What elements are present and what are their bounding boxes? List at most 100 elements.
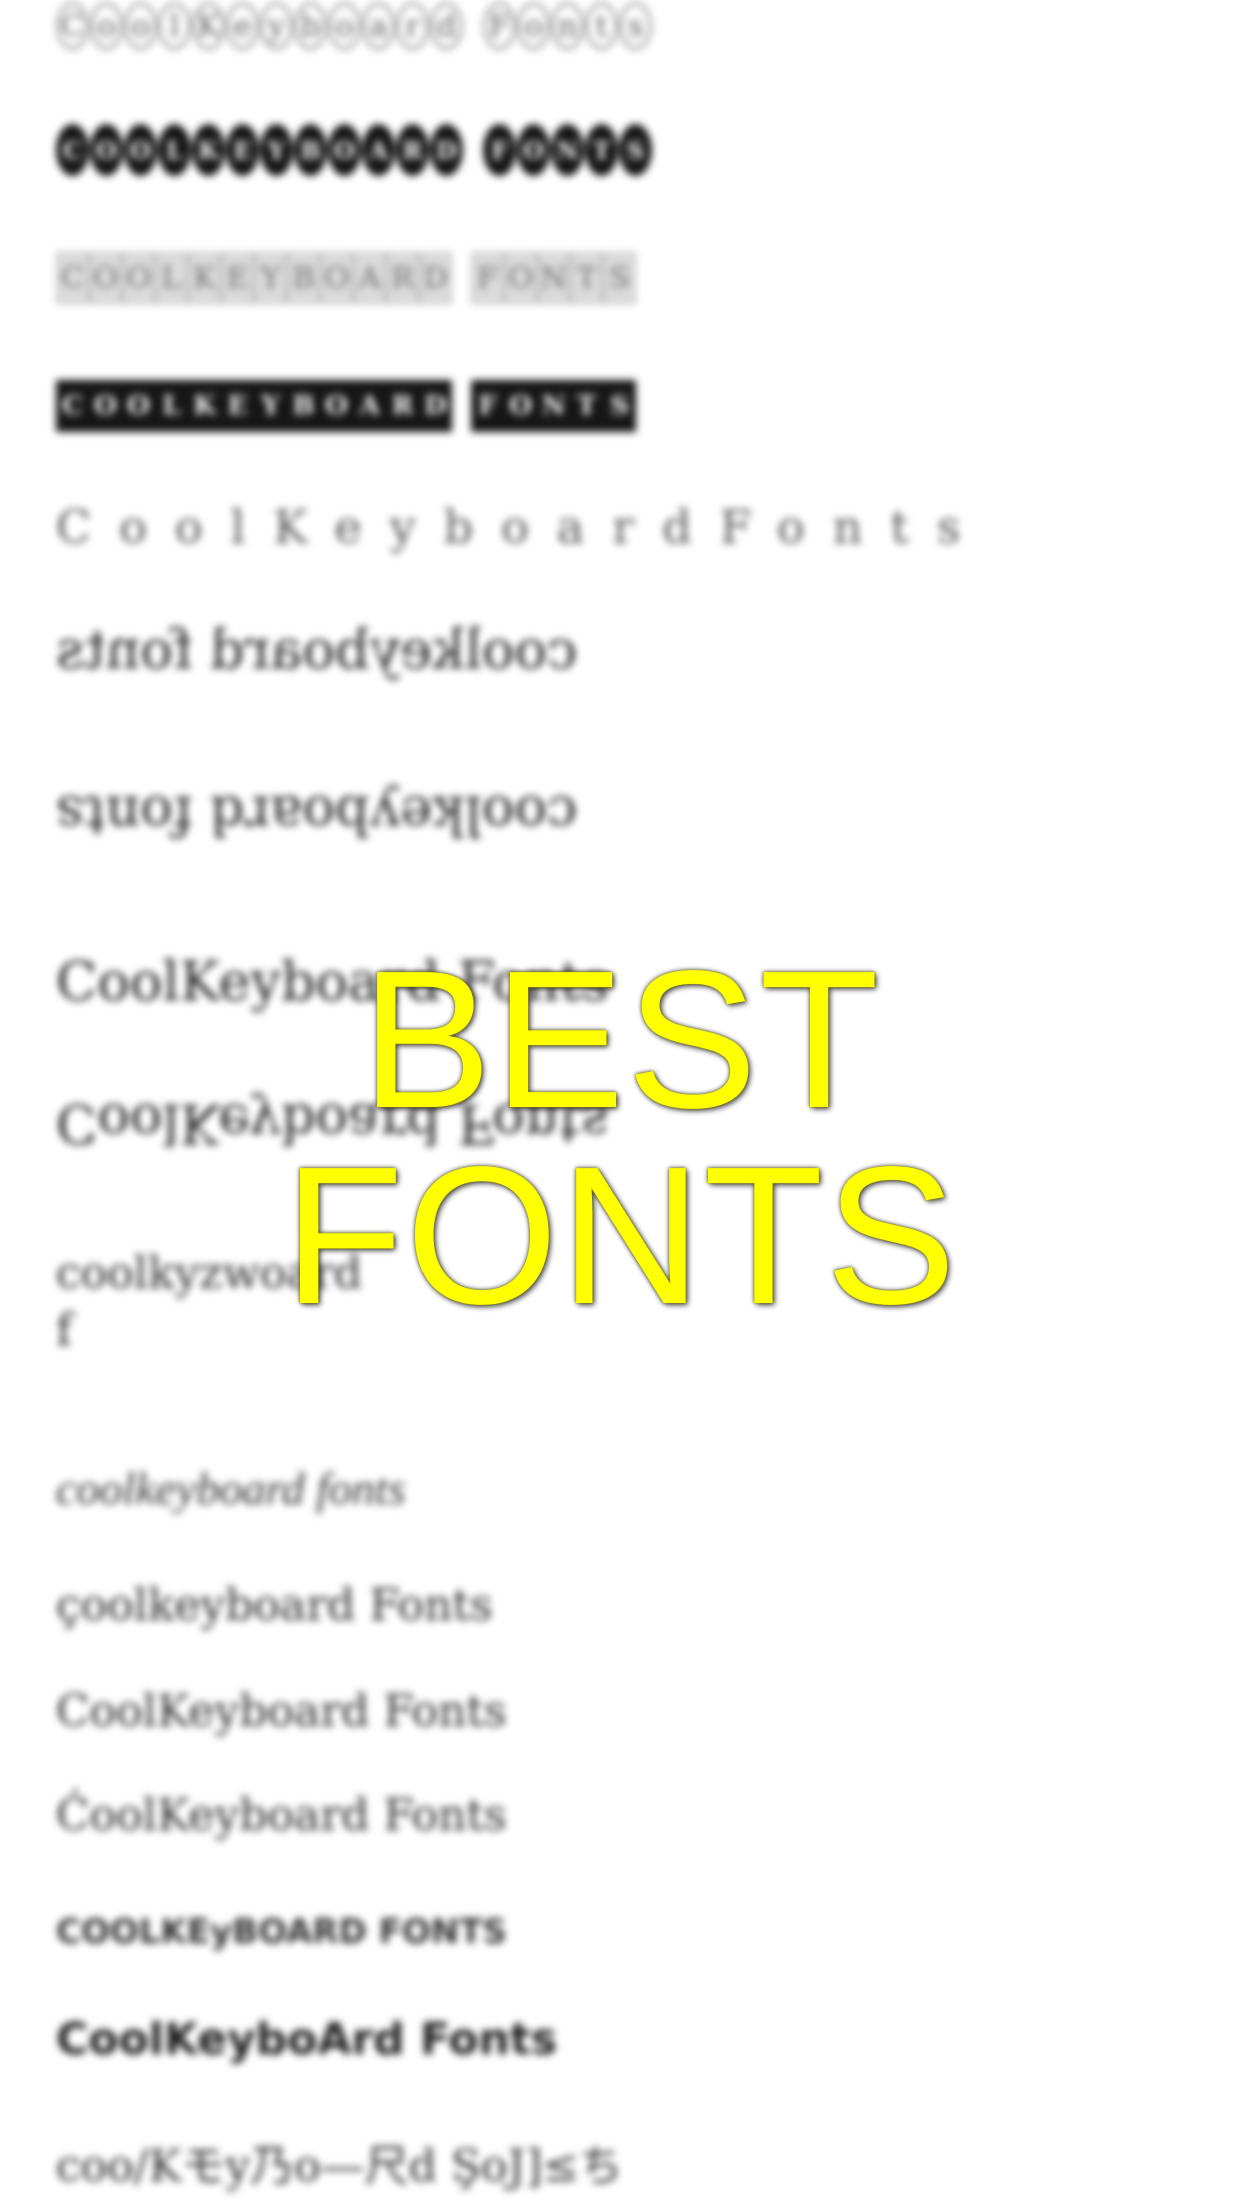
mirrored-text: coolkeyboard fonts	[56, 618, 578, 681]
boxed-letter: F	[483, 2, 517, 50]
boxed-letter: R	[386, 252, 419, 304]
boxed-letter: S	[603, 252, 637, 304]
font-sample-upside-down[interactable]: coolkeyboard fonts	[56, 784, 577, 847]
best-fonts-title: BEST FONTS	[283, 930, 959, 1345]
boxed-letter: o	[124, 2, 157, 50]
boxed-letter: b	[294, 2, 327, 50]
boxed-letter: t	[585, 2, 619, 50]
font-sample-symbol-mix[interactable]: çoolkeyboard Fonts	[56, 1580, 493, 1631]
boxed-letter: K	[188, 252, 221, 304]
boxed-letter: e	[226, 2, 259, 50]
boxed-letter: K	[192, 2, 225, 50]
boxed-letter: O	[122, 380, 155, 432]
boxed-letter: Y	[260, 124, 293, 176]
boxed-letter: K	[192, 124, 225, 176]
boxed-letter: R	[386, 380, 419, 432]
boxed-letter: L	[155, 380, 188, 432]
negative-squared-word-2: FONTS	[471, 380, 637, 432]
boxed-letter: O	[504, 380, 538, 432]
boxed-letter: A	[353, 380, 386, 432]
boxed-letter: S	[619, 124, 653, 176]
circled-word-1: CoolKeyboard	[56, 2, 464, 50]
boxed-letter: N	[537, 252, 571, 304]
boxed-letter: O	[320, 252, 353, 304]
boxed-letter: D	[430, 124, 463, 176]
symbol-mix-text: çoolkeyboard Fonts	[56, 1580, 493, 1631]
negative-squared-word-1: COOLKEYBOARD	[56, 380, 452, 432]
boxed-letter: O	[89, 380, 122, 432]
boxed-letter: T	[570, 252, 604, 304]
boxed-letter: T	[585, 124, 619, 176]
font-sample-negative-squared[interactable]: COOLKEYBOARD FONTS	[56, 380, 650, 432]
accented-2-text: ĆoolKeyboard Fonts	[56, 1790, 507, 1841]
boxed-letter: A	[362, 124, 395, 176]
boxed-letter: E	[226, 124, 259, 176]
boxed-letter: E	[221, 252, 254, 304]
boxed-letter: O	[504, 252, 538, 304]
font-sample-circled[interactable]: CoolKeyboard Fonts	[56, 2, 667, 50]
boxed-letter: C	[56, 252, 89, 304]
boxed-letter: N	[551, 124, 585, 176]
boxed-letter: o	[517, 2, 551, 50]
boxed-letter: B	[294, 124, 327, 176]
small-caps-text: COOLKEyBOARD FONTS	[56, 1912, 507, 1952]
boxed-letter: B	[287, 252, 320, 304]
negative-circled-word-2: FONTS	[483, 124, 653, 176]
font-sample-spaced[interactable]: CoolKeyboardFonts	[56, 500, 988, 554]
boxed-letter: R	[396, 124, 429, 176]
boxed-letter: N	[537, 380, 571, 432]
spaced-text: CoolKeyboardFonts	[56, 500, 989, 554]
boxed-letter: O	[320, 380, 353, 432]
boxed-letter: Y	[254, 380, 287, 432]
font-sample-accented-2[interactable]: ĆoolKeyboard Fonts	[56, 1790, 507, 1841]
italic-text: coolkeyboard fonts	[56, 1463, 406, 1514]
font-sample-mirrored[interactable]: coolkeyboard fonts	[56, 618, 577, 681]
boxed-letter: F	[483, 124, 517, 176]
boxed-letter: C	[56, 124, 89, 176]
boxed-letter: F	[471, 252, 505, 304]
boxed-letter: C	[56, 380, 89, 432]
font-sample-bold-mix[interactable]: CoolKeyboArd Fonts	[56, 2014, 557, 2065]
boxed-letter: O	[122, 252, 155, 304]
accented-1-text: CoolKeyboard Fonts	[56, 1686, 507, 1737]
boxed-letter: O	[517, 124, 551, 176]
boxed-letter: l	[158, 2, 191, 50]
boxed-letter: A	[353, 252, 386, 304]
boxed-letter: o	[90, 2, 123, 50]
boxed-letter: C	[56, 2, 89, 50]
cjk-style-text: coo/Kモy乃o—尺d ŞoJ]≤ち	[56, 2141, 624, 2192]
font-sample-cjk-style[interactable]: coo/Kモy乃o—尺d ŞoJ]≤ち	[56, 2130, 623, 2194]
boxed-letter: s	[619, 2, 653, 50]
boxed-letter: L	[158, 124, 191, 176]
boxed-letter: n	[551, 2, 585, 50]
boxed-letter: F	[471, 380, 505, 432]
font-sample-negative-circled[interactable]: COOLKEYBOARD FONTS	[56, 124, 667, 176]
font-sample-small-caps[interactable]: COOLKEyBOARD FONTS	[56, 1912, 507, 1952]
boxed-letter: L	[155, 252, 188, 304]
boxed-letter: S	[603, 380, 637, 432]
boxed-letter: d	[430, 2, 463, 50]
boxed-letter: E	[221, 380, 254, 432]
bold-mix-text: CoolKeyboArd Fonts	[56, 2014, 558, 2065]
boxed-letter: B	[287, 380, 320, 432]
boxed-letter: Y	[254, 252, 287, 304]
squared-word-2: FONTS	[471, 252, 637, 304]
boxed-letter: r	[396, 2, 429, 50]
upside-down-text: coolkeyboard fonts	[56, 784, 578, 847]
boxed-letter: D	[419, 380, 452, 432]
boxed-letter: O	[124, 124, 157, 176]
font-sample-accented-1[interactable]: CoolKeyboard Fonts	[56, 1686, 507, 1737]
boxed-letter: O	[328, 124, 361, 176]
font-sample-italic[interactable]: coolkeyboard fonts	[56, 1462, 406, 1515]
squared-word-1: COOLKEYBOARD	[56, 252, 452, 304]
boxed-letter: K	[188, 380, 221, 432]
boxed-letter: o	[328, 2, 361, 50]
boxed-letter: a	[362, 2, 395, 50]
boxed-letter: T	[570, 380, 604, 432]
boxed-letter: O	[90, 124, 123, 176]
negative-circled-word-1: COOLKEYBOARD	[56, 124, 464, 176]
circled-word-2: Fonts	[483, 2, 653, 50]
boxed-letter: O	[89, 252, 122, 304]
boxed-letter: D	[419, 252, 452, 304]
font-sample-squared[interactable]: COOLKEYBOARD FONTS	[56, 252, 650, 304]
